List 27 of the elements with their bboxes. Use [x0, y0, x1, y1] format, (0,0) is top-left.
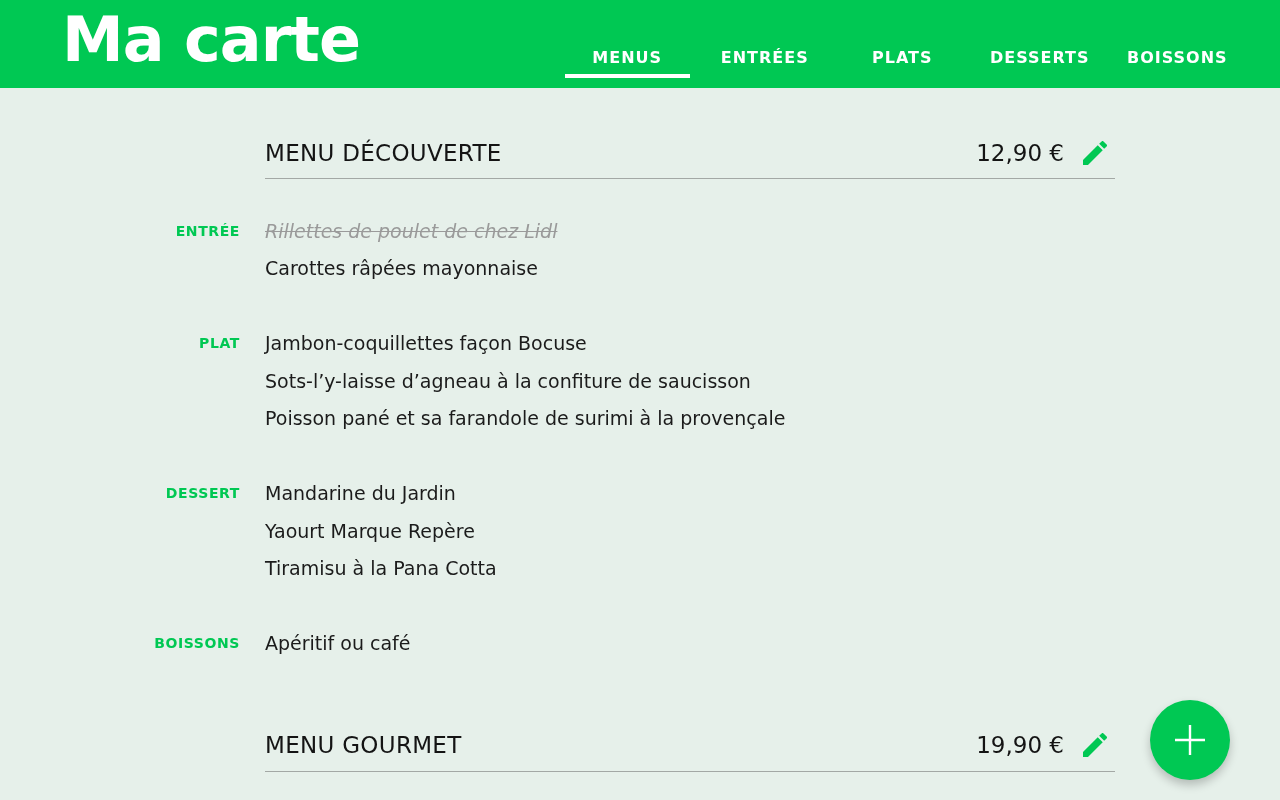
- menu-price: 19,90 €: [976, 732, 1064, 758]
- menu-title: MENU GOURMET: [265, 732, 462, 758]
- dish-name: Carottes râpées mayonnaise: [265, 256, 538, 281]
- dish-name: Mandarine du Jardin: [265, 481, 456, 506]
- dish-name: Jambon-coquillettes façon Bocuse: [265, 331, 587, 356]
- menu-title: MENU DÉCOUVERTE: [265, 139, 502, 166]
- course-label: ENTRÉE: [175, 221, 240, 241]
- dish-name: Yaourt Marque Repère: [265, 518, 475, 544]
- course-label: DESSERT: [165, 484, 240, 503]
- dish-name: Sots-l’y-laisse d’agneau à la confiture de saucisson: [265, 368, 751, 394]
- dish-name: Apéritif ou café: [265, 631, 411, 656]
- app-title: Ma carte: [62, 6, 360, 75]
- nav-tab[interactable]: BOISSONS: [1108, 0, 1246, 88]
- nav-tab[interactable]: ENTRÉES: [696, 0, 834, 88]
- dish-name: Rillettes de poulet de chez Lidl: [265, 218, 558, 244]
- menu-price: 12,90 €: [976, 139, 1064, 166]
- course-label: BOISSONS: [154, 634, 240, 653]
- course-label: PLAT: [199, 334, 240, 353]
- pencil-icon[interactable]: [1083, 733, 1107, 757]
- dish-name: Tiramisu à la Pana Cotta: [265, 556, 497, 581]
- dish-name: Poisson pané et sa farandole de surimi à la provençale: [265, 406, 786, 431]
- nav-tab[interactable]: PLATS: [833, 0, 971, 88]
- add-button[interactable]: [1150, 700, 1230, 780]
- plus-icon: [1175, 725, 1205, 755]
- nav-tab[interactable]: DESSERTS: [971, 0, 1109, 88]
- nav-tab[interactable]: MENUS: [558, 0, 696, 88]
- pencil-icon[interactable]: [1083, 140, 1107, 165]
